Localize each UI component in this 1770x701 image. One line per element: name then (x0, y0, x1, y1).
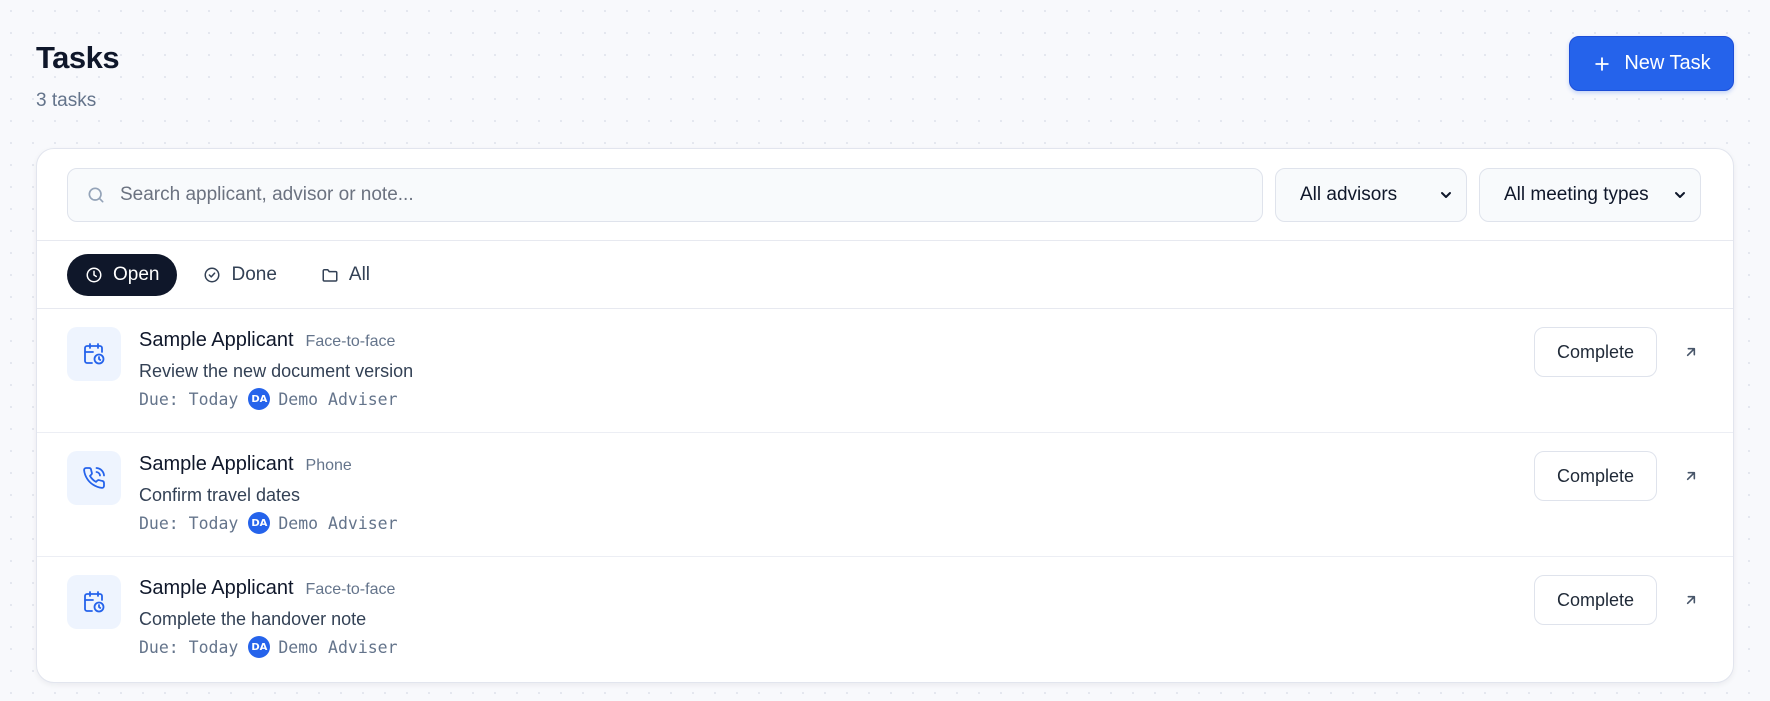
row-actions: Complete (1534, 575, 1699, 625)
avatar: DA (248, 636, 271, 658)
task-meta: Due: Today DA Demo Adviser (139, 636, 398, 658)
adviser-name: Demo Adviser (278, 389, 398, 409)
arrow-up-right-icon (1686, 347, 1696, 357)
applicant-name: Sample Applicant (139, 453, 294, 475)
meeting-type: Face-to-face (305, 581, 396, 598)
task-meta: Due: Today DA Demo Adviser (139, 388, 413, 410)
search-input[interactable] (120, 183, 1262, 206)
complete-button[interactable]: Complete (1534, 575, 1657, 625)
page-header: Tasks 3 tasks New Task (36, 36, 1734, 120)
tab-open[interactable]: Open (67, 253, 178, 296)
task-row[interactable]: Sample Applicant Face-to-face Complete t… (37, 557, 1733, 681)
search-box[interactable] (67, 167, 1263, 222)
filter-bar: All advisors All meeting types (37, 149, 1733, 241)
new-task-button[interactable]: New Task (1569, 36, 1734, 91)
tab-all[interactable]: All (303, 254, 388, 296)
task-note: Confirm travel dates (139, 485, 301, 505)
due-date: Due: Today (139, 389, 239, 409)
tab-done-label: Done (231, 263, 277, 285)
task-count: 3 tasks (36, 90, 97, 111)
task-note: Review the new document version (139, 361, 414, 381)
meeting-type-select-value: All meeting types (1504, 183, 1649, 205)
chevron-down-icon (1675, 191, 1685, 198)
open-task-link[interactable] (1683, 344, 1699, 360)
tab-done[interactable]: Done (185, 254, 294, 296)
task-body: Sample Applicant Face-to-face Complete t… (139, 575, 398, 658)
applicant-name: Sample Applicant (139, 329, 294, 351)
task-meta: Due: Today DA Demo Adviser (139, 512, 398, 534)
meeting-type-tile (67, 327, 121, 381)
new-task-label: New Task (1624, 52, 1711, 74)
task-row[interactable]: Sample Applicant Phone Confirm travel da… (37, 433, 1733, 557)
task-row[interactable]: Sample Applicant Face-to-face Review the… (37, 309, 1733, 433)
meeting-type-tile (67, 575, 121, 629)
search-icon (88, 187, 104, 202)
page-title: Tasks (36, 40, 120, 75)
check-circle-icon (204, 267, 220, 282)
meeting-type-tile (67, 451, 121, 505)
avatar: DA (248, 512, 271, 534)
phone-icon (83, 467, 105, 489)
task-body: Sample Applicant Face-to-face Review the… (139, 327, 413, 410)
row-actions: Complete (1534, 327, 1699, 377)
calendar-clock-icon (84, 591, 105, 613)
plus-icon (1595, 56, 1610, 71)
calendar-clock-icon (84, 343, 105, 365)
chevron-down-icon (1441, 191, 1451, 198)
open-task-link[interactable] (1683, 592, 1699, 608)
tasks-card: All advisors All meeting types Open Done… (36, 148, 1734, 683)
advisor-select[interactable]: All advisors (1275, 167, 1467, 222)
complete-button[interactable]: Complete (1534, 451, 1657, 501)
task-note: Complete the handover note (139, 609, 367, 629)
clock-icon (86, 267, 102, 282)
due-date: Due: Today (139, 637, 239, 657)
meeting-type: Phone (305, 457, 352, 474)
meeting-type-select[interactable]: All meeting types (1479, 167, 1701, 222)
adviser-name: Demo Adviser (278, 637, 398, 657)
due-date: Due: Today (139, 513, 239, 533)
adviser-name: Demo Adviser (278, 513, 398, 533)
arrow-up-right-icon (1686, 471, 1696, 481)
meeting-type: Face-to-face (305, 333, 396, 350)
task-body: Sample Applicant Phone Confirm travel da… (139, 451, 398, 534)
row-actions: Complete (1534, 451, 1699, 501)
tab-open-label: Open (113, 263, 160, 285)
advisor-select-value: All advisors (1300, 183, 1398, 205)
tab-all-label: All (348, 263, 371, 285)
folder-icon (322, 268, 338, 282)
arrow-up-right-icon (1686, 595, 1696, 605)
open-task-link[interactable] (1683, 468, 1699, 484)
complete-button[interactable]: Complete (1534, 327, 1657, 377)
avatar: DA (248, 388, 271, 410)
applicant-name: Sample Applicant (139, 577, 294, 599)
status-tabs: Open Done All (37, 241, 1733, 309)
